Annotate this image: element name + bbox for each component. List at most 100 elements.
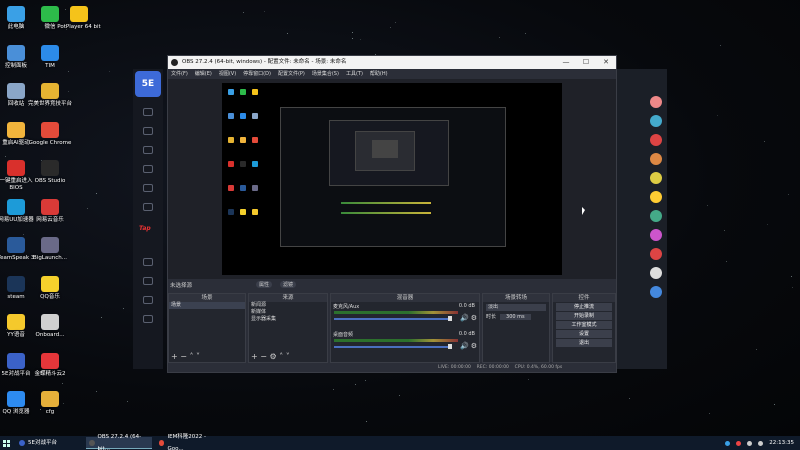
- preview-mini-icon: [228, 89, 234, 95]
- taskbar-item[interactable]: IEM科隆2022 - Goo...: [156, 434, 222, 450]
- volume-icon[interactable]: [747, 440, 753, 446]
- preview-mini-icon: [228, 137, 234, 143]
- preview-mini-icon: [240, 185, 246, 191]
- desktop-icon[interactable]: 金蝶精斗云2: [28, 351, 72, 389]
- menu-item[interactable]: 文件(F): [171, 69, 188, 79]
- star: [788, 194, 789, 195]
- app-icon: [7, 6, 25, 22]
- fader-knob[interactable]: [448, 316, 452, 321]
- studio-mode-button[interactable]: 工作室模式: [556, 321, 612, 329]
- menu-item[interactable]: 场景集合(S): [312, 69, 339, 79]
- desktop-icon-label: BigLaunch...: [33, 255, 67, 261]
- duration-input[interactable]: 300 ms: [500, 313, 531, 320]
- desktop-icon[interactable]: Google Chrome: [28, 120, 72, 158]
- volume-fader[interactable]: [334, 318, 452, 320]
- windows-icon: [2, 439, 10, 447]
- desktop-icon-label: OBS Studio: [34, 178, 66, 184]
- minimize-button[interactable]: —: [556, 56, 576, 69]
- network-icon[interactable]: [725, 440, 731, 446]
- source-item[interactable]: 新媒体: [249, 309, 327, 316]
- volume-fader[interactable]: [334, 346, 452, 348]
- settings-icon[interactable]: [143, 277, 153, 285]
- avatar[interactable]: [650, 286, 662, 298]
- menu-item[interactable]: 编辑(E): [195, 69, 212, 79]
- puzzle-icon[interactable]: [143, 165, 153, 173]
- avatar[interactable]: [650, 210, 662, 222]
- star: [709, 413, 710, 414]
- desktop-icon[interactable]: Onboard...: [28, 312, 72, 350]
- avatar[interactable]: [650, 191, 662, 203]
- gear-icon[interactable]: ⚙: [471, 314, 477, 322]
- search-icon[interactable]: [143, 258, 153, 266]
- tray-app-icon[interactable]: [736, 440, 742, 446]
- taskbar-item-label: 5E对战平台: [28, 440, 57, 446]
- taskbar-item[interactable]: OBS 27.2.4 (64-bit...: [86, 434, 152, 450]
- source-item[interactable]: 新闻源: [249, 302, 327, 309]
- mixer-channel-db: 0.0 dB: [458, 303, 475, 309]
- transitions-dock-title: 场景转场: [483, 294, 549, 302]
- filters-button[interactable]: 滤镜: [280, 281, 297, 288]
- exit-button[interactable]: 退出: [556, 339, 612, 347]
- home-icon[interactable]: [143, 108, 153, 116]
- controls-dock-title: 控件: [553, 294, 615, 302]
- clock[interactable]: 22:13:35: [769, 440, 794, 446]
- avatar[interactable]: [650, 172, 662, 184]
- taskbar-item[interactable]: 5E对战平台: [16, 437, 82, 449]
- close-button[interactable]: ✕: [596, 56, 616, 69]
- launcher-sidebar: 5E Tap: [133, 69, 163, 369]
- transition-select[interactable]: 淡出: [486, 304, 546, 311]
- app-icon: [7, 198, 25, 215]
- desktop-icon[interactable]: 网易云音乐: [28, 197, 72, 235]
- preview-canvas[interactable]: [222, 83, 562, 275]
- desktop-icon[interactable]: TIM: [28, 43, 72, 81]
- desktop-icon[interactable]: QQ音乐: [28, 274, 72, 312]
- stop-stream-button[interactable]: 停止推流: [556, 303, 612, 311]
- source-item[interactable]: 显示器采集: [249, 316, 327, 323]
- desktop-icon[interactable]: PotPlayer 64 bit: [57, 4, 101, 42]
- crosshair-icon[interactable]: [143, 146, 153, 154]
- gear-icon[interactable]: ⚙: [471, 342, 477, 350]
- menu-item[interactable]: 配置文件(P): [278, 69, 305, 79]
- scene-item[interactable]: 场景: [169, 302, 245, 309]
- star: [360, 39, 361, 40]
- avatar[interactable]: [650, 229, 662, 241]
- obs-titlebar[interactable]: OBS 27.2.4 (64-bit, windows) - 配置文件: 未命名…: [168, 56, 616, 69]
- star: [399, 395, 400, 396]
- avatar[interactable]: [650, 267, 662, 279]
- menu-item[interactable]: 帮助(H): [370, 69, 388, 79]
- fader-knob[interactable]: [448, 344, 452, 349]
- shield-icon[interactable]: [143, 184, 153, 192]
- desktop-icon[interactable]: OBS Studio: [28, 158, 72, 196]
- avatar[interactable]: [650, 96, 662, 108]
- menu-item[interactable]: 工具(T): [346, 69, 363, 79]
- launcher-logo[interactable]: 5E: [135, 71, 161, 97]
- source-dock-controls[interactable]: + − ⚙ ˄ ˅: [251, 352, 290, 361]
- user-icon[interactable]: [143, 315, 153, 323]
- maximize-button[interactable]: ☐: [576, 56, 596, 69]
- app-icon: [7, 352, 25, 369]
- speaker-icon[interactable]: 🔊: [460, 314, 469, 322]
- globe-icon[interactable]: [143, 127, 153, 135]
- desktop-icon[interactable]: BigLaunch...: [28, 235, 72, 273]
- menu-item[interactable]: 视图(V): [219, 69, 236, 79]
- start-recording-button[interactable]: 开始录制: [556, 312, 612, 320]
- desktop: 此电脑 微信 PotPlayer 64 bit 控制面板 TIM 回收站 完美世界竞技平台重…: [0, 0, 800, 436]
- menu-item[interactable]: 停靠窗口(D): [243, 69, 271, 79]
- star: [123, 308, 124, 309]
- scene-dock-controls[interactable]: + − ˄ ˅: [171, 352, 200, 361]
- trophy-icon[interactable]: [143, 296, 153, 304]
- star: [365, 380, 366, 381]
- desktop-icon[interactable]: 完美世界竞技平台: [28, 81, 72, 119]
- avatar[interactable]: [650, 248, 662, 260]
- keyboard-icon[interactable]: [758, 440, 764, 446]
- settings-button[interactable]: 设置: [556, 330, 612, 338]
- properties-button[interactable]: 属性: [256, 281, 273, 288]
- desktop-icon[interactable]: cfg: [28, 389, 72, 427]
- avatar[interactable]: [650, 115, 662, 127]
- speaker-icon[interactable]: 🔊: [460, 342, 469, 350]
- mixer-channel-db: 0.0 dB: [458, 331, 475, 337]
- avatar[interactable]: [650, 134, 662, 146]
- avatar[interactable]: [650, 153, 662, 165]
- wifi-icon[interactable]: [143, 203, 153, 211]
- start-button[interactable]: [0, 436, 12, 450]
